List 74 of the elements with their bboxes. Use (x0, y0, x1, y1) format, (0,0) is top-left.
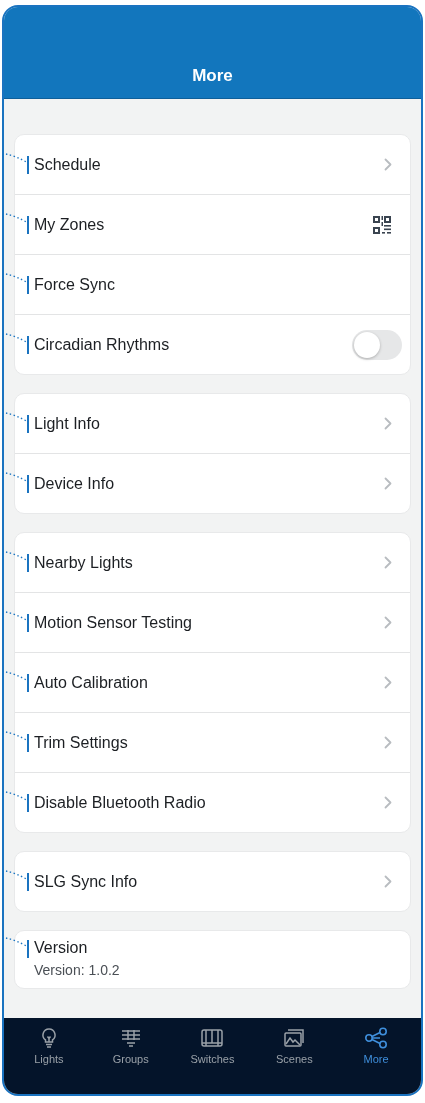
tab-item[interactable]: Lights (8, 1018, 90, 1094)
row-label: My Zones (34, 215, 106, 234)
leader-line (5, 472, 29, 484)
marker-bar (27, 613, 29, 632)
settings-row[interactable]: Force Sync (15, 255, 392, 314)
row-label: Light Info (34, 414, 101, 433)
marker-bar (27, 553, 29, 572)
leader-line (5, 213, 29, 225)
chevron-icon (384, 796, 392, 809)
row-label: Force Sync (34, 275, 116, 294)
marker-bar (27, 275, 29, 294)
tab-item[interactable]: Switches (171, 1018, 254, 1094)
settings-row[interactable]: Version Version: 1.0.2 (15, 939, 392, 988)
marker-bar (27, 335, 29, 354)
marker-bar (27, 474, 29, 493)
settings-row[interactable]: SLG Sync Info (15, 852, 392, 911)
grid-lines-icon (119, 1027, 142, 1049)
toggle-switch[interactable] (352, 329, 402, 360)
row-label: Motion Sensor Testing (34, 613, 193, 632)
tab-item[interactable]: More (335, 1018, 417, 1094)
settings-row[interactable]: Circadian Rhythms (15, 315, 402, 374)
settings-row[interactable]: My Zones (15, 195, 392, 254)
row-label: Nearby Lights (34, 553, 134, 572)
chevron-icon (384, 417, 392, 430)
row-label: Auto Calibration (34, 673, 149, 692)
marker-bar (27, 155, 29, 174)
row-label: Trim Settings (34, 733, 129, 752)
share-icon (364, 1027, 389, 1049)
marker-bar (27, 733, 29, 752)
leader-line (5, 671, 29, 683)
settings-row[interactable]: Schedule (15, 135, 392, 194)
chevron-icon (384, 556, 392, 569)
settings-row[interactable]: Device Info (15, 454, 392, 513)
leader-line (5, 551, 29, 563)
marker-bar (27, 215, 29, 234)
chevron-icon (384, 477, 392, 490)
settings-row[interactable]: Motion Sensor Testing (15, 593, 392, 652)
marker-bar (27, 872, 29, 891)
chevron-icon (384, 616, 392, 629)
settings-row[interactable]: Trim Settings (15, 713, 392, 772)
leader-line (5, 937, 29, 949)
row-label: Circadian Rhythms (34, 335, 171, 354)
panel-icon (200, 1027, 225, 1049)
row-label: Version (34, 939, 89, 957)
settings-row[interactable]: Auto Calibration (15, 653, 392, 712)
tab-item[interactable]: Scenes (253, 1018, 336, 1094)
leader-line (5, 333, 29, 345)
leader-line (5, 731, 29, 743)
marker-bar (27, 793, 29, 812)
leader-line (5, 791, 29, 803)
marker-bar (27, 673, 29, 692)
row-label: Device Info (34, 474, 116, 493)
marker-bar (27, 940, 29, 958)
chevron-icon (384, 158, 392, 171)
row-subtitle: Version: 1.0.2 (34, 962, 121, 978)
settings-row[interactable]: Disable Bluetooth Radio (15, 773, 392, 832)
leader-line (5, 273, 29, 285)
settings-row[interactable]: Light Info (15, 394, 392, 453)
row-label: Schedule (34, 155, 102, 174)
leader-line (5, 412, 29, 424)
tab-item[interactable]: Groups (89, 1018, 172, 1094)
leader-line (5, 611, 29, 623)
qr-code-icon[interactable] (372, 214, 392, 235)
leader-line (5, 153, 29, 165)
settings-row[interactable]: Nearby Lights (15, 533, 392, 592)
row-label: Disable Bluetooth Radio (34, 793, 207, 812)
photos-icon (283, 1027, 306, 1049)
chevron-icon (384, 676, 392, 689)
chevron-icon (384, 736, 392, 749)
screen-title: More (192, 66, 233, 86)
leader-line (5, 870, 29, 882)
row-label: SLG Sync Info (34, 872, 139, 891)
marker-bar (27, 414, 29, 433)
chevron-icon (384, 875, 392, 888)
